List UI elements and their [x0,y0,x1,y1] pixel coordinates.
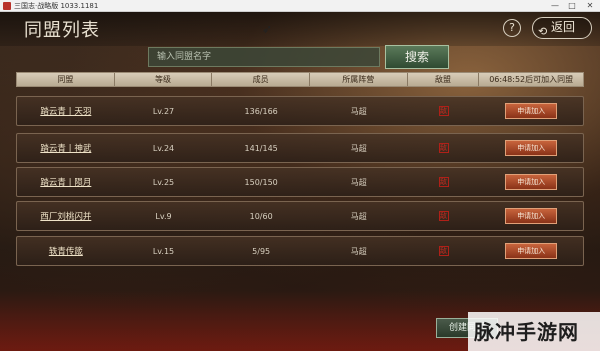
hostile-cell: 敌 [408,211,480,221]
alliance-level: Lv.24 [152,143,175,153]
alliance-members: 5/95 [252,246,271,256]
apply-button[interactable]: 申请加入 [505,243,558,259]
alliance-faction: 马超 [350,143,367,153]
alliance-name[interactable]: 踏云青丨陨月 [17,176,115,188]
back-arrow-icon: ⟲ [538,25,548,38]
apply-button[interactable]: 申请加入 [505,174,558,190]
action-cell: 申请加入 [479,243,583,259]
hostile-icon: 敌 [438,177,449,187]
back-button-label: 返回 [551,20,576,34]
col-level: 等级 [115,73,213,86]
alliance-name[interactable]: 踏云青丨神武 [17,142,115,154]
col-faction: 所属阵营 [310,73,408,86]
alliance-members: 141/145 [244,143,278,153]
hostile-icon: 敌 [438,106,449,116]
bird-icon: ➶ [262,22,273,36]
hostile-cell: 敌 [408,106,480,116]
alliance-level: Lv.27 [152,106,175,116]
action-cell: 申请加入 [479,174,583,190]
maximize-button[interactable]: □ [565,0,579,12]
col-hostile: 敌盟 [408,73,480,86]
table-row: 踏云青丨天羽 Lv.27 136/166 马超 敌 申请加入 [16,96,584,126]
table-row: 西厂刘桃闪并 Lv.9 10/60 马超 敌 申请加入 [16,201,584,231]
hostile-cell: 敌 [408,246,480,256]
watermark: 脉冲手游网 [474,320,579,344]
window-titlebar: 三国志·战略版 1033.1181 — □ ✕ [0,0,600,12]
app-icon [3,2,11,10]
table-row: 轶青传箴 Lv.15 5/95 马超 敌 申请加入 [16,236,584,266]
back-button[interactable]: ⟲ 返回 [532,17,592,39]
alliance-faction: 马超 [350,106,367,116]
col-alliance: 同盟 [17,73,115,86]
alliance-name[interactable]: 踏云青丨天羽 [17,105,115,117]
page-title: 同盟列表 [24,20,100,41]
alliance-name[interactable]: 西厂刘桃闪并 [17,210,115,222]
alliance-faction: 马超 [350,211,367,221]
search-input[interactable]: 输入同盟名字 [148,47,380,67]
help-button[interactable]: ? [503,19,521,37]
hostile-cell: 敌 [408,177,480,187]
alliance-name[interactable]: 轶青传箴 [17,245,115,257]
hostile-icon: 敌 [438,143,449,153]
action-cell: 申请加入 [479,140,583,156]
alliance-level: Lv.25 [152,177,175,187]
apply-button[interactable]: 申请加入 [505,140,558,156]
alliance-level: Lv.9 [155,211,172,221]
window-title: 三国志·战略版 1033.1181 [14,2,99,10]
alliance-members: 10/60 [249,211,273,221]
col-members: 成员 [212,73,310,86]
table-row: 踏云青丨神武 Lv.24 141/145 马超 敌 申请加入 [16,133,584,163]
alliance-level: Lv.15 [152,246,175,256]
search-placeholder: 输入同盟名字 [157,52,212,62]
apply-button[interactable]: 申请加入 [505,208,558,224]
apply-button[interactable]: 申请加入 [505,103,558,119]
action-cell: 申请加入 [479,208,583,224]
table-row: 踏云青丨陨月 Lv.25 150/150 马超 敌 申请加入 [16,167,584,197]
search-button[interactable]: 搜索 [385,45,449,69]
table-header: 同盟 等级 成员 所属阵营 敌盟 06:48:52后可加入同盟 [16,72,584,87]
alliance-faction: 马超 [350,177,367,187]
hostile-cell: 敌 [408,143,480,153]
close-button[interactable]: ✕ [583,0,597,12]
alliance-members: 150/150 [244,177,278,187]
col-join-timer: 06:48:52后可加入同盟 [489,75,574,84]
hostile-icon: 敌 [438,246,449,256]
hostile-icon: 敌 [438,211,449,221]
alliance-members: 136/166 [244,106,278,116]
alliance-faction: 马超 [350,246,367,256]
action-cell: 申请加入 [479,103,583,119]
minimize-button[interactable]: — [548,0,562,12]
